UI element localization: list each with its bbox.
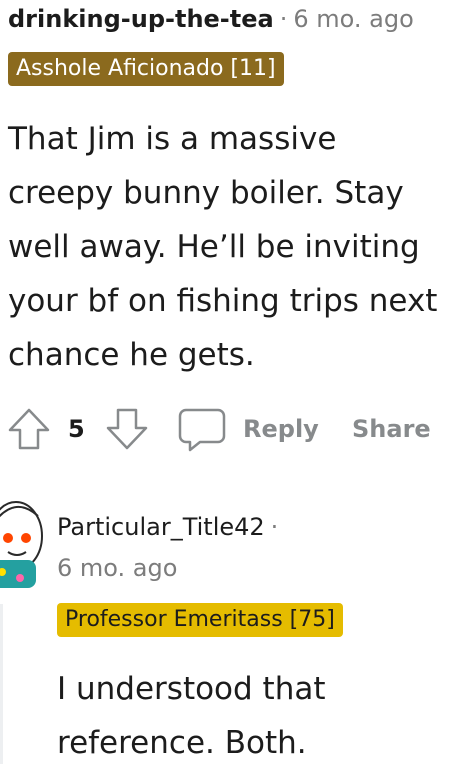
comment-timestamp[interactable]: 6 mo. ago bbox=[293, 5, 413, 33]
user-flair: Professor Emeritass [75] bbox=[57, 603, 343, 637]
comment-meta: Particular_Title42 · bbox=[57, 510, 284, 544]
comment-body: That Jim is a massive creepy bunny boile… bbox=[8, 121, 438, 373]
thread-line[interactable] bbox=[0, 604, 3, 764]
comment-icon[interactable] bbox=[178, 406, 226, 454]
downvote-icon[interactable] bbox=[104, 406, 150, 452]
meta-separator: · bbox=[270, 513, 279, 541]
comment-meta: drinking-up-the-tea · 6 mo. ago bbox=[8, 2, 414, 36]
username-link[interactable]: drinking-up-the-tea bbox=[8, 5, 274, 33]
comment-timestamp[interactable]: 6 mo. ago bbox=[57, 551, 177, 585]
reply-button[interactable]: Reply bbox=[243, 412, 319, 446]
vote-score: 5 bbox=[68, 415, 85, 443]
user-flair: Asshole Aficionado [11] bbox=[8, 52, 284, 86]
snoo-avatar-icon[interactable] bbox=[0, 490, 48, 600]
meta-separator: · bbox=[279, 5, 288, 33]
username-link[interactable]: Particular_Title42 bbox=[57, 513, 265, 541]
comment-body: I understood that reference. Both. bbox=[57, 671, 326, 761]
comment-actions: 5 Reply Share bbox=[0, 400, 458, 460]
comment-particular-title42: Particular_Title42 · 6 mo. ago Professor … bbox=[0, 480, 458, 764]
share-button[interactable]: Share bbox=[352, 412, 431, 446]
upvote-icon[interactable] bbox=[6, 406, 52, 452]
